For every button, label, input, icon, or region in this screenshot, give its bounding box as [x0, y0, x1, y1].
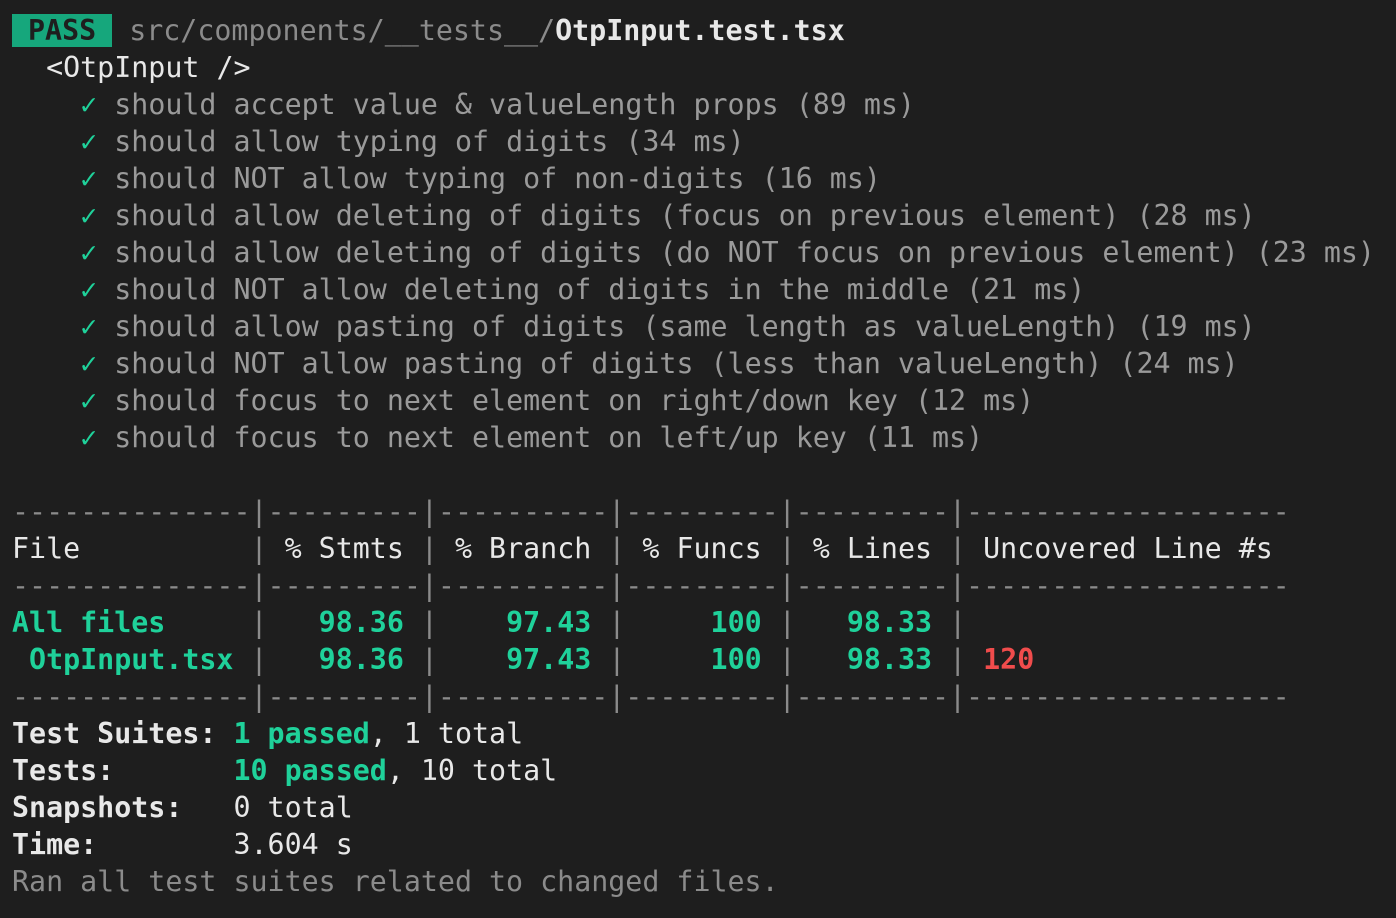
describe-label: <OtpInput /> [46, 51, 251, 84]
pass-badge: PASS [12, 14, 113, 47]
row-uncovered [966, 604, 983, 641]
test-name: should allow typing of digits [114, 125, 609, 158]
summary-tests-total: , 10 total [386, 754, 558, 787]
header-file: File [12, 532, 251, 565]
summary-snapshots: Snapshots: 0 total [12, 789, 1396, 826]
row-file: All files [12, 606, 251, 639]
coverage-separator-top: --------------|---------|----------|----… [12, 495, 1290, 528]
test-duration: (24 ms) [1119, 347, 1239, 380]
row-lines: 98.33 [795, 606, 950, 639]
row-branch: 97.43 [437, 606, 609, 639]
test-list: ✓ should accept value & valueLength prop… [12, 86, 1396, 456]
header-stmts: % Stmts [267, 532, 421, 565]
summary-time: Time: 3.604 s [12, 826, 1396, 863]
summary-suites-total: , 1 total [369, 717, 524, 750]
coverage-row-otpinput: OtpInput.tsx | 98.36 | 97.43 | 100 | 98.… [12, 643, 1035, 676]
row-branch: 97.43 [437, 643, 609, 676]
summary-tests-label: Tests: [12, 754, 234, 787]
row-lines: 98.33 [795, 643, 950, 676]
describe-title: <OtpInput /> [12, 49, 1396, 86]
test-result-line: ✓ should allow pasting of digits (same l… [12, 308, 1396, 345]
header-branch: % Branch [437, 532, 609, 565]
test-duration: (28 ms) [1136, 199, 1256, 232]
test-result-line: ✓ should allow typing of digits (34 ms) [12, 123, 1396, 160]
summary-suites-label: Test Suites: [12, 717, 234, 750]
row-stmts: 98.36 [267, 606, 421, 639]
test-duration: (11 ms) [863, 421, 984, 454]
summary-suites: Test Suites: 1 passed, 1 total [12, 715, 1396, 752]
test-result-line: ✓ should allow deleting of digits (focus… [12, 197, 1396, 234]
check-icon: ✓ [80, 88, 98, 121]
test-duration: (34 ms) [625, 125, 745, 158]
check-icon: ✓ [80, 384, 98, 417]
coverage-header-row: File | % Stmts | % Branch | % Funcs | % … [12, 532, 1290, 565]
summary-tests: Tests: 10 passed, 10 total [12, 752, 1396, 789]
test-duration: (16 ms) [761, 162, 881, 195]
check-icon: ✓ [80, 199, 98, 232]
header-lines: % Lines [795, 532, 950, 565]
check-icon: ✓ [80, 347, 98, 380]
test-result-line: ✓ should focus to next element on right/… [12, 382, 1396, 419]
test-duration: (89 ms) [795, 88, 915, 121]
check-icon: ✓ [80, 236, 98, 269]
header-uncovered: Uncovered Line #s [966, 532, 1290, 565]
test-name: should allow deleting of digits (focus o… [114, 199, 1120, 232]
test-duration: (21 ms) [966, 273, 1086, 306]
test-result-line: ✓ should accept value & valueLength prop… [12, 86, 1396, 123]
test-name: should NOT allow deleting of digits in t… [114, 273, 950, 306]
summary-footer: Ran all test suites related to changed f… [12, 865, 779, 898]
test-name: should allow pasting of digits (same len… [114, 310, 1120, 343]
check-icon: ✓ [80, 162, 98, 195]
test-name: should NOT allow typing of non-digits [114, 162, 745, 195]
header-funcs: % Funcs [625, 532, 779, 565]
row-funcs: 100 [625, 606, 779, 639]
row-file: OtpInput.tsx [12, 643, 251, 676]
test-name: should focus to next element on right/do… [114, 384, 898, 417]
test-file-name: OtpInput.test.tsx [555, 14, 845, 47]
test-duration: (19 ms) [1136, 310, 1256, 343]
summary-suites-passed: 1 passed [233, 717, 370, 750]
check-icon: ✓ [80, 421, 98, 454]
row-uncovered: 120 [966, 643, 1035, 676]
test-name: should allow deleting of digits (do NOT … [114, 236, 1239, 269]
test-name: should focus to next element on left/up … [114, 421, 847, 454]
check-icon: ✓ [80, 310, 98, 343]
coverage-separator-bottom: --------------|---------|----------|----… [12, 680, 1290, 713]
test-duration: (23 ms) [1255, 236, 1375, 269]
coverage-separator-mid: --------------|---------|----------|----… [12, 569, 1290, 602]
terminal-output: PASS src/components/__tests__/OtpInput.t… [0, 0, 1396, 918]
test-result-line: ✓ should NOT allow pasting of digits (le… [12, 345, 1396, 382]
row-stmts: 98.36 [267, 643, 421, 676]
row-funcs: 100 [625, 643, 779, 676]
test-file-header: PASS src/components/__tests__/OtpInput.t… [12, 12, 1396, 49]
test-result-line: ✓ should NOT allow deleting of digits in… [12, 271, 1396, 308]
test-result-line: ✓ should NOT allow typing of non-digits … [12, 160, 1396, 197]
coverage-row-all-files: All files | 98.36 | 97.43 | 100 | 98.33 … [12, 604, 1396, 641]
test-name: should accept value & valueLength props [114, 88, 779, 121]
test-result-line: ✓ should focus to next element on left/u… [12, 419, 1396, 456]
summary-tests-passed: 10 passed [233, 754, 387, 787]
test-name: should NOT allow pasting of digits (less… [114, 347, 1103, 380]
check-icon: ✓ [80, 273, 98, 306]
check-icon: ✓ [80, 125, 98, 158]
test-file-dir: src/components/__tests__/ [129, 14, 556, 47]
test-duration: (12 ms) [914, 384, 1035, 417]
summary-time-value: 3.604 s [233, 828, 353, 861]
summary-time-label: Time: [12, 828, 234, 861]
summary-snapshots-value: 0 total [233, 791, 353, 824]
test-result-line: ✓ should allow deleting of digits (do NO… [12, 234, 1396, 271]
summary-snapshots-label: Snapshots: [12, 791, 234, 824]
